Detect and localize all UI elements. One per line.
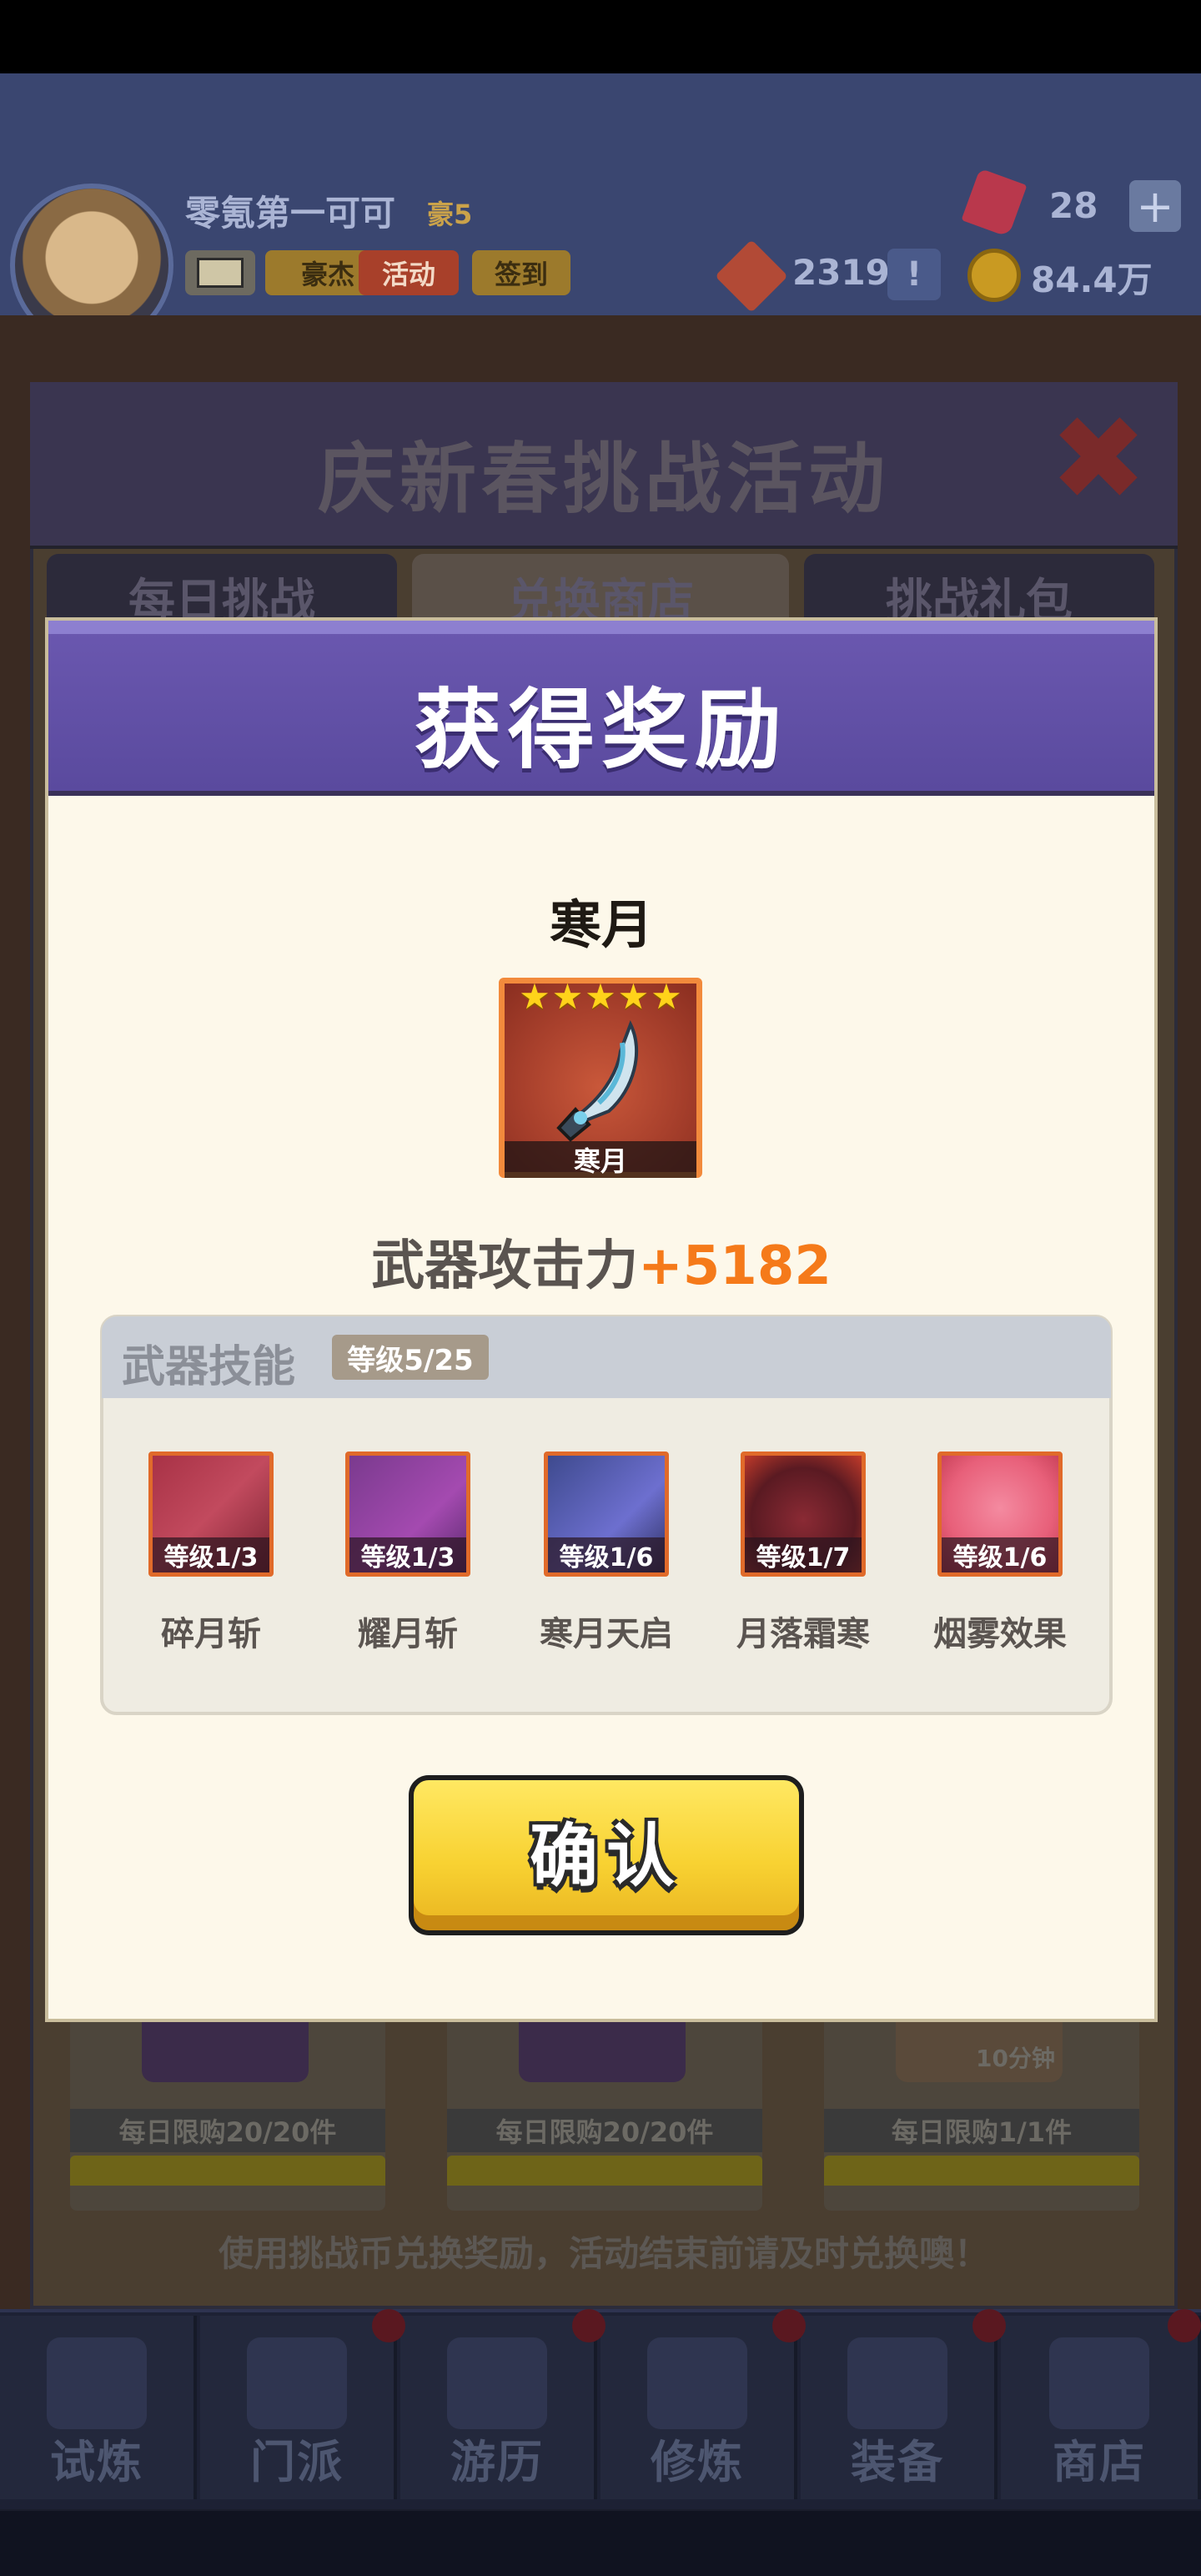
confirm-button[interactable]: 确认 bbox=[409, 1775, 804, 1935]
token-count: 2319 bbox=[792, 252, 890, 293]
skill-moonfall-frost-icon[interactable]: 等级1/7 bbox=[741, 1452, 866, 1577]
star-icon: ★ bbox=[551, 976, 584, 1017]
notification-dot bbox=[1168, 2309, 1201, 2342]
add-gems-button[interactable]: + bbox=[1129, 180, 1181, 233]
confirm-button-label: 确认 bbox=[529, 1816, 683, 1896]
system-nav-bar bbox=[0, 2511, 1201, 2576]
star-rating: ★ ★ ★ ★ ★ bbox=[519, 976, 682, 1019]
nav-item-equipment[interactable]: 装备 bbox=[801, 2316, 997, 2499]
shop-buy-button[interactable] bbox=[447, 2156, 762, 2186]
player-name: 零氪第一可可 bbox=[185, 193, 396, 234]
star-icon: ★ bbox=[617, 976, 650, 1017]
tab-challenge-gift[interactable]: 挑战礼包 bbox=[804, 554, 1154, 629]
skill-radiant-moon-icon[interactable]: 等级1/3 bbox=[345, 1452, 470, 1577]
nav-item-sect[interactable]: 门派 bbox=[200, 2316, 397, 2499]
nav-label: 修炼 bbox=[651, 2436, 744, 2488]
notification-dot bbox=[572, 2309, 606, 2342]
sword-icon bbox=[847, 2337, 947, 2429]
ninja-icon bbox=[47, 2337, 147, 2429]
skill-cold-moon-apocalypse-icon[interactable]: 等级1/6 bbox=[544, 1452, 669, 1577]
skill-name: 寒月天启 bbox=[540, 1615, 673, 1653]
shop-limit-label: 每日限购20/20件 bbox=[70, 2109, 385, 2152]
temple-icon bbox=[247, 2337, 347, 2429]
skill-level: 等级1/7 bbox=[745, 1537, 862, 1572]
notification-dot bbox=[972, 2309, 1006, 2342]
notification-dot bbox=[372, 2309, 405, 2342]
tab-exchange-shop[interactable]: 兑换商店 bbox=[412, 554, 789, 629]
reward-item-name: 寒月 bbox=[549, 894, 653, 955]
attack-label: 武器攻击力 bbox=[371, 1235, 639, 1297]
attack-bonus: +5182 bbox=[638, 1235, 832, 1297]
event-panel-title: 庆新春挑战活动 bbox=[317, 435, 890, 524]
skill-name: 碎月斩 bbox=[161, 1615, 261, 1653]
skill-name: 烟雾效果 bbox=[933, 1615, 1067, 1653]
status-bar bbox=[0, 0, 1201, 73]
nav-label: 商店 bbox=[1053, 2436, 1146, 2488]
skill-level: 等级1/6 bbox=[548, 1537, 665, 1572]
weapon-skills-title: 武器技能 bbox=[122, 1342, 296, 1392]
reward-item-card-label: 寒月 bbox=[505, 1141, 696, 1178]
notification-dot bbox=[772, 2309, 806, 2342]
vip-badge: 豪5 bbox=[427, 199, 473, 230]
skill-level: 等级1/3 bbox=[153, 1537, 269, 1572]
close-icon[interactable]: ✖ bbox=[1044, 401, 1153, 518]
star-icon: ★ bbox=[651, 976, 682, 1017]
tab-daily-challenge[interactable]: 每日挑战 bbox=[47, 554, 397, 629]
shop-house-icon bbox=[1049, 2337, 1149, 2429]
skill-name: 耀月斩 bbox=[358, 1615, 458, 1653]
skill-smoke-effect-icon[interactable]: 等级1/6 bbox=[937, 1452, 1063, 1577]
shop-limit-label: 每日限购20/20件 bbox=[447, 2109, 762, 2152]
skill-name: 月落霜寒 bbox=[736, 1615, 870, 1653]
skill-shatter-moon-icon[interactable]: 等级1/3 bbox=[148, 1452, 274, 1577]
shop-item-timer: 10分钟 bbox=[976, 2045, 1055, 2072]
nav-label: 试炼 bbox=[50, 2436, 143, 2488]
mail-button[interactable] bbox=[185, 250, 255, 295]
shop-buy-button[interactable] bbox=[824, 2156, 1139, 2186]
activity-button[interactable]: 活动 bbox=[359, 250, 459, 295]
mountain-icon bbox=[447, 2337, 547, 2429]
envelope-icon bbox=[197, 258, 244, 288]
exchange-footer-note: 使用挑战币兑换奖励，活动结束前请及时兑换噢！ bbox=[218, 2233, 989, 2274]
nav-item-trial[interactable]: 试炼 bbox=[0, 2316, 197, 2499]
reward-modal-title: 获得奖励 bbox=[414, 679, 788, 781]
skill-level: 等级1/3 bbox=[349, 1537, 466, 1572]
weapon-skills-level: 等级5/25 bbox=[332, 1335, 489, 1380]
nav-item-cultivate[interactable]: 修炼 bbox=[600, 2316, 797, 2499]
weapon-attack-line: 武器攻击力+5182 bbox=[48, 1223, 1154, 1300]
gem-count: 28 bbox=[1049, 185, 1098, 226]
shop-limit-label: 每日限购1/1件 bbox=[824, 2109, 1139, 2152]
header-highlight bbox=[48, 621, 1154, 634]
skill-level: 等级1/6 bbox=[942, 1537, 1058, 1572]
nav-label: 游历 bbox=[450, 2436, 544, 2488]
nav-item-travel[interactable]: 游历 bbox=[400, 2316, 597, 2499]
star-icon: ★ bbox=[585, 976, 616, 1017]
blade-icon bbox=[556, 1019, 639, 1142]
signin-button[interactable]: 签到 bbox=[472, 250, 570, 295]
coin-count: 84.4万 bbox=[1031, 259, 1153, 300]
shop-buy-button[interactable] bbox=[70, 2156, 385, 2186]
star-icon: ★ bbox=[519, 976, 550, 1017]
nav-item-shop[interactable]: 商店 bbox=[1001, 2316, 1201, 2499]
scroll-book-icon bbox=[647, 2337, 747, 2429]
nav-label: 门派 bbox=[250, 2436, 344, 2488]
nav-label: 装备 bbox=[851, 2436, 944, 2488]
token-info-button[interactable]: ! bbox=[887, 249, 941, 300]
coin-icon bbox=[967, 249, 1021, 302]
